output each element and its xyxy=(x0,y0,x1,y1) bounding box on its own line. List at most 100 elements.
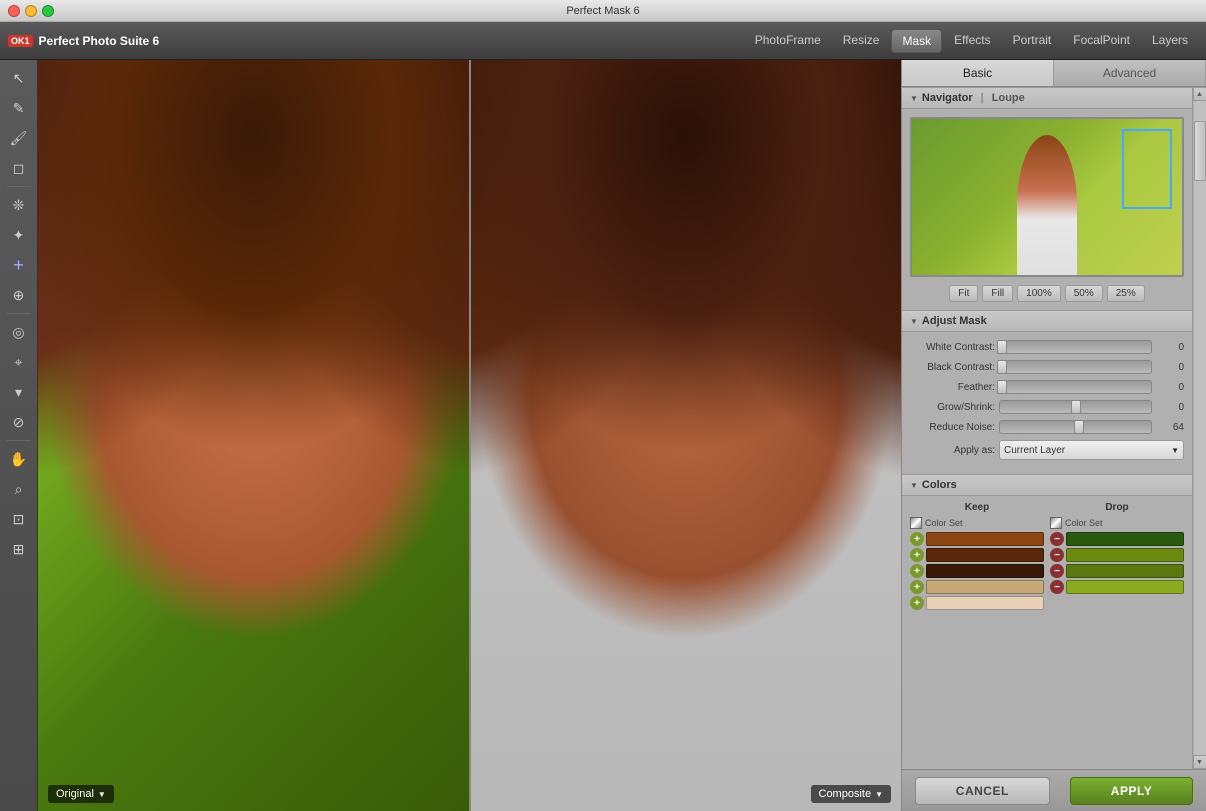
drop-remove-1[interactable]: − xyxy=(1050,532,1064,546)
tab-advanced[interactable]: Advanced xyxy=(1054,60,1206,86)
right-panel: Basic Advanced ▼ Navigator | Loupe xyxy=(901,60,1206,811)
adjust-mask-title: Adjust Mask xyxy=(922,315,987,327)
close-button[interactable] xyxy=(8,5,20,17)
tool-fill[interactable]: ▾ xyxy=(5,378,33,406)
keep-swatch-2[interactable] xyxy=(926,548,1044,562)
apply-as-label: Apply as: xyxy=(910,445,995,456)
menu-portrait[interactable]: Portrait xyxy=(1003,29,1062,53)
drop-color-row-1: − xyxy=(1050,532,1184,546)
canvas-image[interactable] xyxy=(38,60,901,811)
drop-remove-3[interactable]: − xyxy=(1050,564,1064,578)
feather-value: 0 xyxy=(1156,382,1184,393)
tool-palette[interactable]: ⊞ xyxy=(5,535,33,563)
black-contrast-thumb[interactable] xyxy=(997,360,1007,374)
keep-column: Keep Color Set + + xyxy=(910,502,1044,612)
grow-shrink-thumb[interactable] xyxy=(1071,400,1081,414)
navigator-thumbnail[interactable] xyxy=(910,117,1184,277)
scroll-up[interactable]: ▲ xyxy=(1193,87,1206,101)
tool-eyedropper[interactable]: ⊘ xyxy=(5,408,33,436)
canvas-area: Original ▼ Composite ▼ xyxy=(38,60,901,811)
tool-smudge[interactable]: ⌖ xyxy=(5,348,33,376)
menu-resize[interactable]: Resize xyxy=(833,29,890,53)
drop-remove-2[interactable]: − xyxy=(1050,548,1064,562)
scroll-thumb[interactable] xyxy=(1194,121,1206,181)
tool-arrow[interactable]: ↖ xyxy=(5,64,33,92)
thumb-person xyxy=(1017,135,1077,275)
keep-swatch-1[interactable] xyxy=(926,532,1044,546)
tool-plus[interactable]: + xyxy=(5,251,33,279)
white-contrast-row: White Contrast: 0 xyxy=(910,340,1184,354)
menu-mask[interactable]: Mask xyxy=(891,29,942,53)
tab-basic[interactable]: Basic xyxy=(902,60,1054,86)
zoom-fit[interactable]: Fit xyxy=(949,285,978,302)
keep-add-3[interactable]: + xyxy=(910,564,924,578)
apply-as-select[interactable]: Current Layer ▼ xyxy=(999,440,1184,460)
keep-add-2[interactable]: + xyxy=(910,548,924,562)
loupe-link[interactable]: Loupe xyxy=(992,92,1025,104)
tool-grid[interactable]: ⊡ xyxy=(5,505,33,533)
zoom-100[interactable]: 100% xyxy=(1017,285,1061,302)
tool-hand[interactable]: ✋ xyxy=(5,445,33,473)
canvas-right-label: Composite ▼ xyxy=(811,785,892,803)
grow-shrink-slider[interactable] xyxy=(999,400,1152,414)
reduce-noise-row: Reduce Noise: 64 xyxy=(910,420,1184,434)
hair-left xyxy=(38,60,470,811)
cancel-button[interactable]: CANCEL xyxy=(915,777,1050,805)
app-name: Perfect Photo Suite 6 xyxy=(39,34,160,48)
panel-scrollbar[interactable]: ▲ ▼ xyxy=(1192,87,1206,769)
keep-add-5[interactable]: + xyxy=(910,596,924,610)
feather-slider[interactable] xyxy=(999,380,1152,394)
reduce-noise-slider[interactable] xyxy=(999,420,1152,434)
tool-magic[interactable]: ✦ xyxy=(5,221,33,249)
canvas-divider[interactable] xyxy=(469,60,471,811)
keep-swatch-5[interactable] xyxy=(926,596,1044,610)
keep-add-4[interactable]: + xyxy=(910,580,924,594)
minimize-button[interactable] xyxy=(25,5,37,17)
tool-eraser[interactable]: ◻ xyxy=(5,154,33,182)
drop-remove-4[interactable]: − xyxy=(1050,580,1064,594)
white-contrast-slider[interactable] xyxy=(999,340,1152,354)
white-contrast-thumb[interactable] xyxy=(997,340,1007,354)
keep-swatch-4[interactable] xyxy=(926,580,1044,594)
feather-thumb[interactable] xyxy=(997,380,1007,394)
tool-brush[interactable]: 🖌 xyxy=(5,124,33,152)
toolbar-separator-1 xyxy=(7,186,31,187)
keep-color-row-4: + xyxy=(910,580,1044,594)
drop-swatch-1[interactable] xyxy=(1066,532,1184,546)
navigator-divider: | xyxy=(981,92,984,104)
keep-swatch-3[interactable] xyxy=(926,564,1044,578)
zoom-fill[interactable]: Fill xyxy=(982,285,1013,302)
tool-pen[interactable]: ✎ xyxy=(5,94,33,122)
zoom-25[interactable]: 25% xyxy=(1107,285,1145,302)
navigator-section: Fit Fill 100% 50% 25% xyxy=(902,109,1192,310)
tool-circle[interactable]: ◎ xyxy=(5,318,33,346)
black-contrast-row: Black Contrast: 0 xyxy=(910,360,1184,374)
white-contrast-label: White Contrast: xyxy=(910,342,995,353)
app-logo: OK1 Perfect Photo Suite 6 xyxy=(8,34,159,48)
drop-color-row-3: − xyxy=(1050,564,1184,578)
tool-stamp[interactable]: ⊕ xyxy=(5,281,33,309)
grow-shrink-label: Grow/Shrink: xyxy=(910,402,995,413)
drop-swatch-2[interactable] xyxy=(1066,548,1184,562)
menu-photoframe[interactable]: PhotoFrame xyxy=(745,29,831,53)
scroll-down[interactable]: ▼ xyxy=(1193,755,1206,769)
drop-swatch-3[interactable] xyxy=(1066,564,1184,578)
drop-column: Drop Color Set − − xyxy=(1050,502,1184,612)
scroll-track[interactable] xyxy=(1194,101,1206,755)
menu-focalpoint[interactable]: FocalPoint xyxy=(1063,29,1140,53)
menu-layers[interactable]: Layers xyxy=(1142,29,1198,53)
keep-color-row-1: + xyxy=(910,532,1044,546)
zoom-50[interactable]: 50% xyxy=(1065,285,1103,302)
maximize-button[interactable] xyxy=(42,5,54,17)
menu-effects[interactable]: Effects xyxy=(944,29,1000,53)
menu-bar: OK1 Perfect Photo Suite 6 PhotoFrame Res… xyxy=(0,22,1206,60)
keep-color-set-row: Color Set xyxy=(910,517,1044,529)
drop-swatch-4[interactable] xyxy=(1066,580,1184,594)
tool-spray[interactable]: ❊ xyxy=(5,191,33,219)
apply-button[interactable]: APPLY xyxy=(1070,777,1193,805)
window-title: Perfect Mask 6 xyxy=(566,5,639,17)
keep-add-1[interactable]: + xyxy=(910,532,924,546)
black-contrast-slider[interactable] xyxy=(999,360,1152,374)
reduce-noise-thumb[interactable] xyxy=(1074,420,1084,434)
tool-zoom[interactable]: ⌕ xyxy=(5,475,33,503)
